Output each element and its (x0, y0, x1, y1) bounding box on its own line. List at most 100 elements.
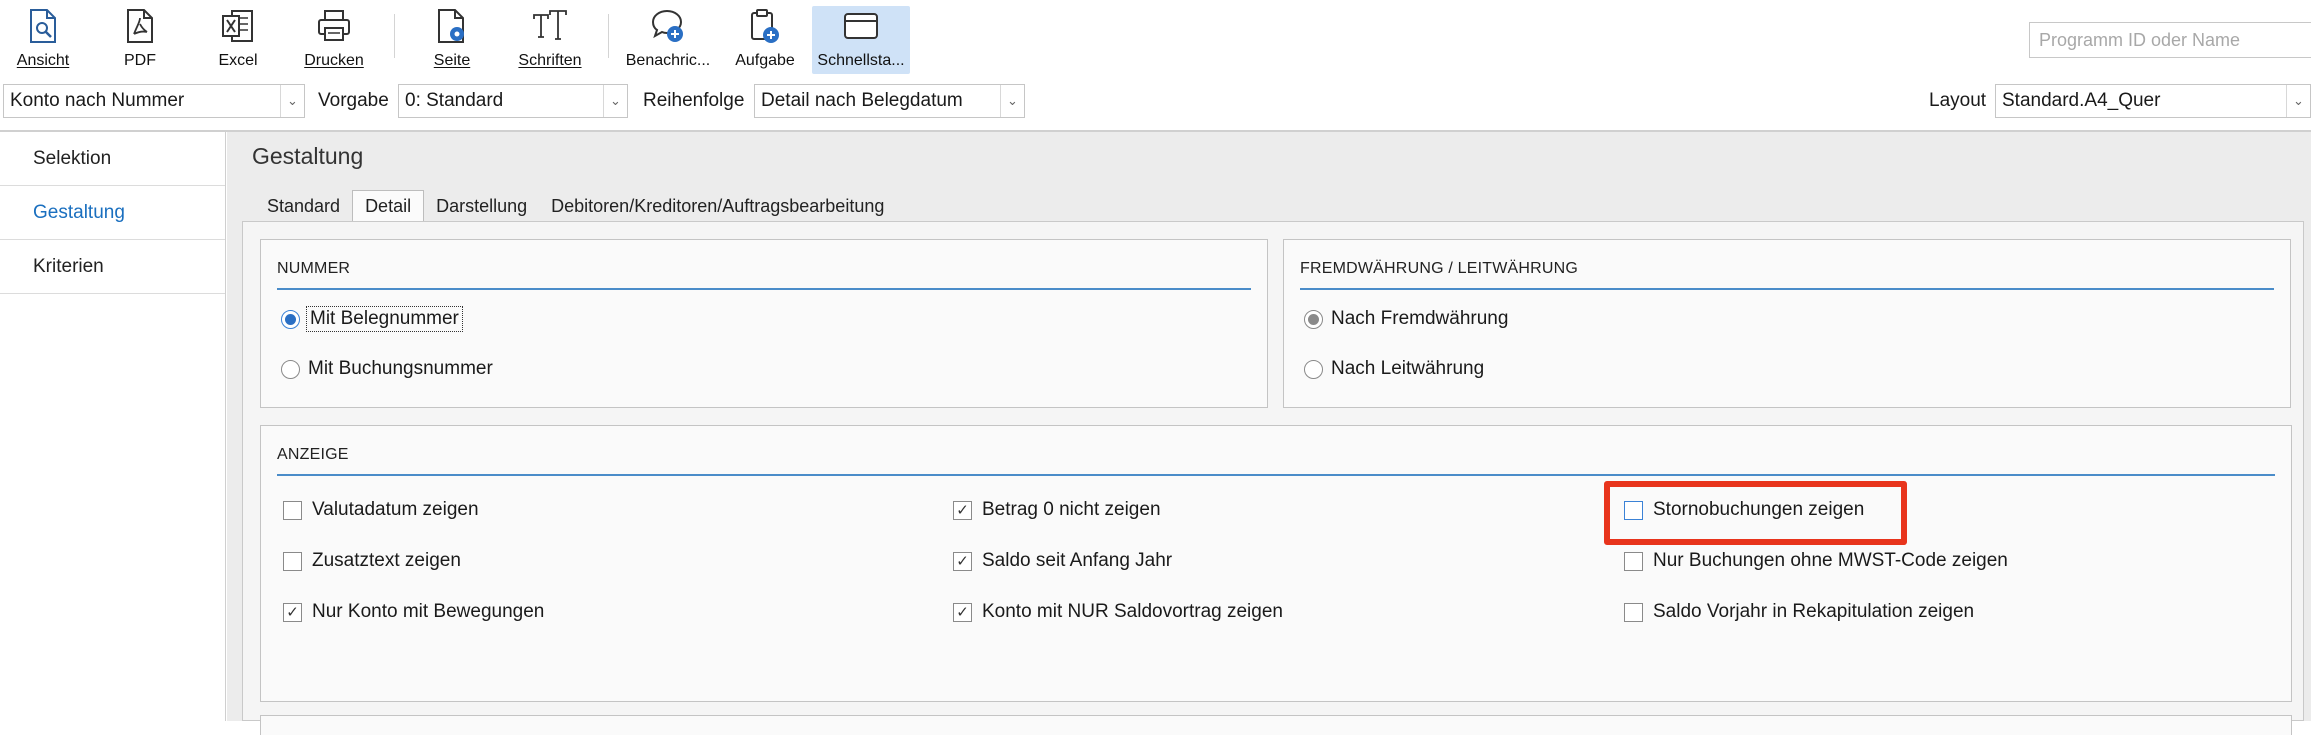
benachrichtigung-button[interactable]: Benachric... (621, 6, 715, 74)
reihenfolge-label: Reihenfolge (643, 90, 745, 111)
drucken-button[interactable]: Drucken (297, 6, 371, 74)
layout-label: Layout (1929, 90, 1987, 111)
option-label: Nur Buchungen ohne MWST-Code zeigen (1653, 550, 2008, 571)
chevron-down-icon[interactable]: ⌄ (603, 85, 627, 117)
vorgabe-label: Vorgabe (318, 90, 389, 111)
nur-konto-mit-bewegungen-checkbox[interactable]: ✓ Nur Konto mit Bewegungen (283, 601, 544, 623)
nav-item-selektion[interactable]: Selektion (0, 132, 225, 186)
vorgabe-select[interactable]: 0: Standard ⌄ (398, 84, 628, 118)
printer-icon (314, 6, 354, 46)
toolbar-separator (608, 14, 609, 58)
nav-item-kriterien[interactable]: Kriterien (0, 240, 225, 294)
chevron-down-icon[interactable]: ⌄ (280, 85, 304, 117)
saldo-seit-anfang-jahr-checkbox[interactable]: ✓ Saldo seit Anfang Jahr (953, 550, 1172, 572)
seite-button[interactable]: Seite (421, 6, 483, 74)
highlight-annotation (1604, 481, 1907, 545)
mit-belegnummer-radio[interactable]: Mit Belegnummer (281, 306, 463, 332)
reihenfolge-select[interactable]: Detail nach Belegdatum ⌄ (754, 84, 1025, 118)
font-icon (530, 6, 570, 46)
radio-unselected[interactable] (1304, 359, 1323, 379)
pdf-label: PDF (124, 52, 156, 69)
tab-bar: Standard Detail Darstellung Debitoren/Kr… (255, 190, 896, 222)
option-label: Saldo seit Anfang Jahr (982, 550, 1173, 571)
valutadatum-checkbox[interactable]: Valutadatum zeigen (283, 499, 479, 521)
nach-fremdwaehrung-radio[interactable]: Nach Fremdwährung (1304, 308, 1508, 330)
task-add-icon (745, 6, 785, 46)
schnellstart-button[interactable]: Schnellsta... (812, 6, 910, 74)
pdf-button[interactable]: PDF (112, 6, 168, 74)
option-label: Zusatztext zeigen (312, 550, 461, 571)
page-title: Gestaltung (252, 143, 364, 169)
option-label: Konto mit NUR Saldovortrag zeigen (982, 601, 1283, 622)
nav-item-gestaltung[interactable]: Gestaltung (0, 186, 225, 240)
tab-debitoren-kreditoren[interactable]: Debitoren/Kreditoren/Auftragsbearbeitung (539, 190, 896, 222)
option-label: Mit Belegnummer (306, 306, 463, 332)
chevron-down-icon[interactable]: ⌄ (1000, 85, 1024, 117)
toolbar-separator (394, 14, 395, 58)
tab-label: Detail (365, 196, 412, 216)
program-search-input[interactable]: Programm ID oder Name (2029, 22, 2311, 58)
zusatztext-checkbox[interactable]: Zusatztext zeigen (283, 550, 461, 572)
checkbox-unchecked[interactable] (1624, 551, 1643, 571)
detail-tab-panel: NUMMER Mit Belegnummer Mit Buchungsnumme… (242, 221, 2304, 735)
radio-unselected[interactable] (281, 359, 300, 379)
toolbar: Ansicht PDF Excel Drucken Seite Schrifte… (0, 0, 2311, 78)
excel-button[interactable]: Excel (208, 6, 268, 74)
left-nav: Selektion Gestaltung Kriterien (0, 132, 226, 721)
saldo-vorjahr-checkbox[interactable]: Saldo Vorjahr in Rekapitulation zeigen (1624, 601, 1974, 623)
vorgabe-value: 0: Standard (405, 90, 504, 111)
layout-select[interactable]: Standard.A4_Quer ⌄ (1995, 84, 2311, 118)
nav-item-label: Selektion (33, 147, 112, 169)
konto-nur-saldovortrag-checkbox[interactable]: ✓ Konto mit NUR Saldovortrag zeigen (953, 601, 1283, 623)
tab-standard[interactable]: Standard (255, 190, 352, 222)
radio-selected[interactable] (281, 309, 300, 329)
schriften-button[interactable]: Schriften (513, 6, 587, 74)
nummer-group: NUMMER Mit Belegnummer Mit Buchungsnumme… (260, 239, 1268, 408)
schriften-label: Schriften (518, 52, 582, 69)
ansicht-button[interactable]: Ansicht (13, 6, 73, 74)
nach-leitwaehrung-radio[interactable]: Nach Leitwährung (1304, 358, 1484, 380)
excel-icon (218, 6, 258, 46)
checkbox-unchecked[interactable] (283, 500, 302, 520)
option-label: Nur Konto mit Bewegungen (312, 601, 545, 622)
anzeige-group: ANZEIGE Valutadatum zeigen Zusatztext ze… (260, 425, 2292, 702)
nur-buchungen-ohne-mwst-checkbox[interactable]: Nur Buchungen ohne MWST-Code zeigen (1624, 550, 2008, 572)
main-panel: Gestaltung Standard Detail Darstellung D… (227, 132, 2311, 735)
option-label: Betrag 0 nicht zeigen (982, 499, 1161, 520)
checkbox-checked-icon[interactable]: ✓ (283, 602, 302, 622)
checkbox-checked-icon[interactable]: ✓ (953, 602, 972, 622)
account-order-value: Konto nach Nummer (10, 90, 185, 111)
group-divider (277, 474, 2275, 476)
betrag-0-checkbox[interactable]: ✓ Betrag 0 nicht zeigen (953, 499, 1161, 521)
checkbox-unchecked[interactable] (1624, 602, 1643, 622)
tab-detail[interactable]: Detail (352, 190, 425, 222)
pdf-icon (120, 6, 160, 46)
next-group-partial (260, 715, 2292, 735)
aufgabe-button[interactable]: Aufgabe (728, 6, 802, 74)
schnellstart-label: Schnellsta... (817, 52, 905, 69)
benachrichtigung-label: Benachric... (625, 52, 711, 69)
filter-row: Konto nach Nummer ⌄ Vorgabe 0: Standard … (0, 84, 2311, 118)
checkbox-checked-icon[interactable]: ✓ (953, 551, 972, 571)
tab-darstellung[interactable]: Darstellung (424, 190, 539, 222)
option-label: Saldo Vorjahr in Rekapitulation zeigen (1653, 601, 1975, 622)
group-title: FREMDWÄHRUNG / LEITWÄHRUNG (1300, 260, 1579, 277)
group-divider (1300, 288, 2274, 290)
checkbox-checked-icon[interactable]: ✓ (953, 500, 972, 520)
excel-label: Excel (218, 52, 258, 69)
ansicht-label: Ansicht (16, 52, 70, 69)
chevron-down-icon[interactable]: ⌄ (2286, 85, 2310, 117)
aufgabe-label: Aufgabe (735, 52, 795, 69)
account-order-select[interactable]: Konto nach Nummer ⌄ (3, 84, 305, 118)
nav-item-label: Kriterien (33, 255, 104, 277)
nav-item-label: Gestaltung (33, 201, 125, 223)
option-label: Nach Fremdwährung (1331, 308, 1509, 329)
mit-buchungsnummer-radio[interactable]: Mit Buchungsnummer (281, 358, 493, 380)
checkbox-unchecked[interactable] (283, 551, 302, 571)
page-preview-icon (23, 6, 63, 46)
notification-add-icon (648, 6, 688, 46)
layout-value: Standard.A4_Quer (2002, 90, 2161, 111)
tab-label: Darstellung (436, 195, 528, 216)
radio-selected[interactable] (1304, 309, 1323, 329)
reihenfolge-value: Detail nach Belegdatum (761, 90, 963, 111)
